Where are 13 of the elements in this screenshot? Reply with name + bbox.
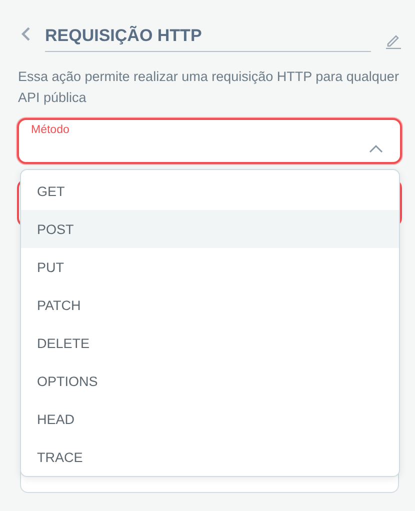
method-select[interactable]: Método bbox=[17, 118, 402, 164]
description-text: Essa ação permite realizar uma requisição HTTP para qualquer API pública bbox=[18, 68, 400, 107]
chevron-icon bbox=[368, 144, 384, 154]
menu-item[interactable]: HEAD bbox=[21, 400, 399, 438]
menu-item[interactable]: OPTIONS bbox=[21, 362, 399, 400]
menu-item[interactable]: DELETE bbox=[21, 324, 399, 362]
menu-item[interactable]: POST bbox=[21, 210, 399, 248]
menu-item[interactable]: TRACE bbox=[21, 438, 399, 476]
menu-item[interactable]: PATCH bbox=[21, 286, 399, 324]
menu-item[interactable]: PUT bbox=[21, 248, 399, 286]
menu-item[interactable]: GET bbox=[21, 172, 399, 210]
page-title: REQUISIÇÃO HTTP bbox=[45, 26, 371, 52]
back-icon[interactable] bbox=[21, 26, 31, 42]
